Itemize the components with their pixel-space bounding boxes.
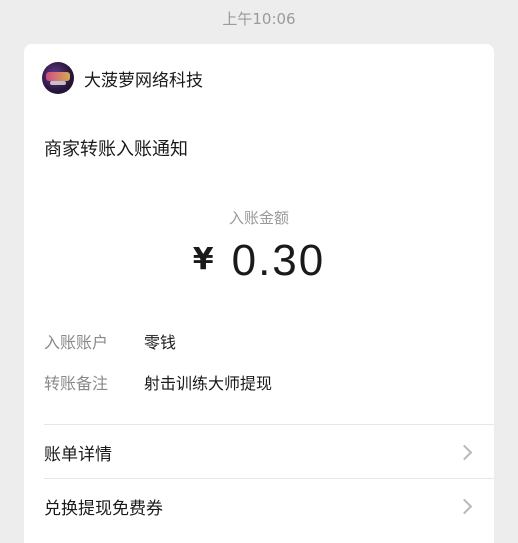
currency-symbol: ¥ (192, 242, 214, 277)
amount-display: ¥0.30 (24, 236, 494, 286)
bill-details-link[interactable]: 账单详情 (24, 425, 494, 479)
avatar-logo-graphic (46, 72, 70, 81)
detail-row-remark: 转账备注 射击训练大师提现 (44, 370, 272, 394)
bill-details-label: 账单详情 (44, 444, 112, 465)
notification-title: 商家转账入账通知 (44, 139, 188, 160)
amount-label: 入账金额 (228, 209, 289, 227)
message-timestamp: 上午10:06 (222, 10, 296, 28)
chevron-right-icon (456, 444, 473, 460)
chevron-right-icon (456, 498, 473, 514)
redeem-coupon-link[interactable]: 兑换提现免费券 (24, 479, 494, 533)
merchant-header[interactable]: 大菠萝网络科技 (42, 62, 203, 94)
avatar-logo-subgraphic (50, 81, 66, 85)
merchant-avatar (42, 62, 74, 94)
detail-key: 入账账户 (44, 333, 109, 352)
amount-value: 0.30 (231, 236, 326, 285)
detail-key: 转账备注 (44, 374, 109, 393)
detail-value: 射击训练大师提现 (144, 374, 273, 393)
detail-row-account: 入账账户 零钱 (44, 329, 176, 353)
transfer-notification-card: 大菠萝网络科技 商家转账入账通知 入账金额 ¥0.30 入账账户 零钱 转账备注… (24, 44, 494, 543)
detail-value: 零钱 (144, 333, 177, 352)
merchant-name: 大菠萝网络科技 (84, 70, 203, 91)
redeem-coupon-label: 兑换提现免费券 (44, 498, 163, 519)
